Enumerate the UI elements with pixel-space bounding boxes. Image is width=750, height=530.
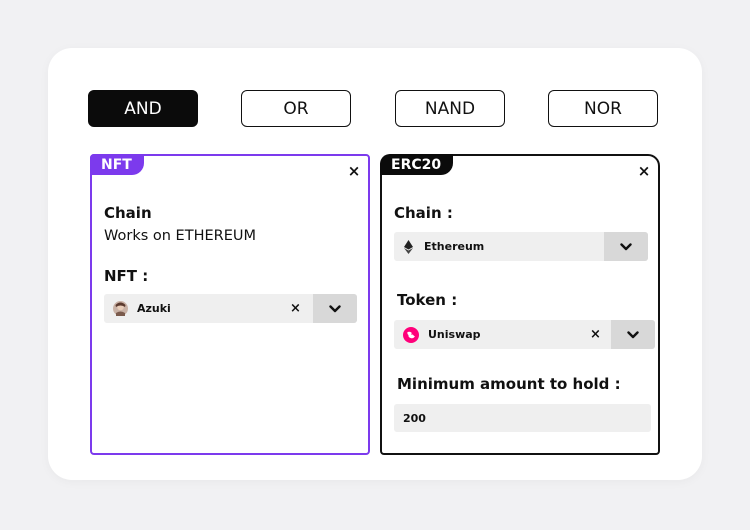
close-icon[interactable]: × — [637, 164, 651, 179]
nft-select[interactable]: Azuki × — [104, 294, 357, 323]
chevron-down-icon[interactable] — [604, 232, 648, 261]
nft-heading: NFT : — [104, 267, 149, 285]
minimum-amount-heading: Minimum amount to hold : — [397, 375, 621, 393]
clear-icon[interactable]: × — [590, 327, 601, 342]
close-icon[interactable]: × — [347, 164, 361, 179]
or-button[interactable]: OR — [241, 90, 351, 127]
nor-button[interactable]: NOR — [548, 90, 658, 127]
clear-icon[interactable]: × — [290, 301, 301, 316]
chain-select[interactable]: Ethereum — [394, 232, 648, 261]
token-select[interactable]: Uniswap × — [394, 320, 655, 349]
token-heading: Token : — [397, 291, 458, 309]
nft-tag: NFT — [90, 154, 144, 175]
and-button[interactable]: AND — [88, 90, 198, 127]
nand-button[interactable]: NAND — [395, 90, 505, 127]
erc20-tag: ERC20 — [380, 154, 454, 175]
erc20-condition-card: ERC20 × Chain : Ethereum Token : Uniswap… — [380, 154, 660, 455]
chevron-down-icon[interactable] — [611, 320, 655, 349]
chain-select-value: Ethereum — [424, 240, 485, 253]
ethereum-icon — [403, 239, 413, 254]
chain-heading: Chain : — [394, 204, 453, 222]
azuki-avatar-icon — [113, 301, 128, 316]
nft-select-value: Azuki — [137, 302, 171, 315]
minimum-amount-input[interactable]: 200 — [394, 404, 651, 432]
chevron-down-icon[interactable] — [313, 294, 357, 323]
chain-value: Works on ETHEREUM — [104, 228, 256, 244]
uniswap-icon — [403, 326, 419, 343]
token-select-value: Uniswap — [428, 328, 481, 341]
nft-condition-card: NFT × Chain Works on ETHEREUM NFT : Azuk… — [90, 154, 370, 455]
chain-heading: Chain — [104, 204, 152, 222]
